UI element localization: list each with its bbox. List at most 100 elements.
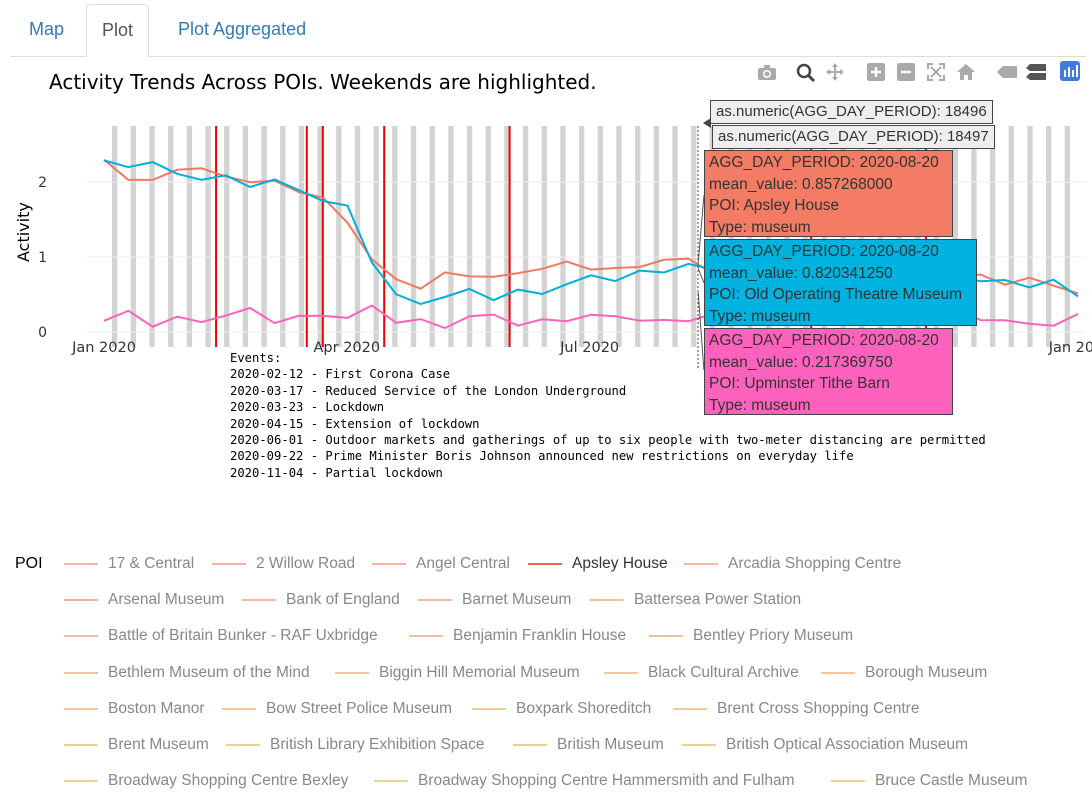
legend-label: Brent Cross Shopping Centre [717, 699, 920, 717]
legend-item[interactable]: Black Cultural Archive [604, 664, 799, 684]
legend-swatch [682, 743, 716, 746]
weekend-band [373, 126, 379, 347]
events-annotation: Events: 2020-02-12 - First Corona Case 202… [230, 350, 986, 481]
weekend-band [653, 126, 660, 347]
legend-label: Bank of England [286, 591, 400, 609]
legend-label: Broadway Shopping Centre Hammersmith and… [418, 772, 795, 790]
legend-item[interactable]: Angel Central [372, 555, 510, 575]
weekend-band [261, 126, 267, 347]
legend-label: Boston Manor [108, 699, 205, 717]
weekend-band [410, 126, 417, 347]
legend-label: Battle of Britain Bunker - RAF Uxbridge [108, 627, 378, 645]
legend-label: 17 & Central [108, 555, 195, 572]
legend-swatch [528, 562, 562, 565]
legend-item[interactable]: Bethlem Museum of the Mind [64, 664, 310, 684]
legend-item[interactable]: Battersea Power Station [590, 591, 801, 611]
weekend-band [578, 126, 585, 347]
weekend-band [429, 126, 435, 347]
legend-item[interactable]: 2 Willow Road [212, 555, 355, 575]
legend-label: Arcadia Shopping Centre [728, 555, 902, 572]
legend-swatch [64, 707, 98, 710]
hover-line: AGG_DAY_PERIOD: 2020-08-20 [709, 332, 939, 349]
legend-item[interactable]: British Museum [513, 736, 664, 756]
legend-item[interactable]: Boxpark Shoreditch [472, 700, 651, 720]
legend-label: Barnet Museum [462, 591, 572, 609]
weekend-band [672, 126, 678, 347]
hover-line: Type: museum [709, 218, 811, 236]
hover-line: mean_value: 0.857268000 [709, 175, 893, 193]
legend-swatch [374, 780, 408, 783]
event-item: 2020-11-04 - Partial lockdown [230, 465, 443, 480]
legend-swatch [604, 671, 638, 674]
legend-label: Biggin Hill Memorial Museum [379, 663, 580, 681]
hover-box-old-operating-theatre: AGG_DAY_PERIOD: 2020-08-20 mean_value: 0… [704, 239, 977, 326]
x-tick-label: Jan 2020 [71, 340, 136, 356]
event-item: 2020-03-23 - Lockdown [230, 400, 385, 415]
weekend-band [149, 126, 155, 347]
legend-swatch [64, 780, 98, 783]
legend-label: Bentley Priory Museum [693, 627, 854, 645]
weekend-band [1064, 126, 1070, 347]
legend-swatch [649, 635, 683, 638]
legend-item[interactable]: Broadway Shopping Centre Bexley [64, 772, 348, 792]
legend-label: Borough Museum [865, 663, 988, 681]
legend-label: Apsley House [572, 555, 668, 572]
legend-swatch [242, 599, 276, 602]
hover-line: AGG_DAY_PERIOD: 2020-08-20 [709, 154, 939, 171]
legend-swatch [418, 599, 452, 602]
weekend-band [112, 126, 118, 347]
weekend-band [1008, 126, 1014, 347]
weekend-band [298, 126, 305, 347]
legend-label: Bruce Castle Museum [875, 772, 1028, 790]
legend-item[interactable]: Boston Manor [64, 700, 205, 720]
legend-item[interactable]: Borough Museum [821, 664, 987, 684]
legend-label: Brent Museum [108, 736, 209, 753]
legend-swatch [831, 780, 865, 783]
legend-label: 2 Willow Road [256, 555, 356, 572]
legend-item[interactable]: Brent Cross Shopping Centre [673, 700, 919, 720]
y-tick-labels: 0 1 2 [38, 175, 47, 341]
legend-item[interactable]: Brent Museum [64, 736, 209, 756]
legend-item[interactable]: Arsenal Museum [64, 591, 224, 611]
legend-item[interactable]: Apsley House [528, 555, 668, 575]
hover-line: POI: Apsley House [709, 197, 840, 214]
legend-item[interactable]: 17 & Central [64, 555, 194, 575]
legend-label: Broadway Shopping Centre Bexley [108, 772, 349, 790]
legend-item[interactable]: Arcadia Shopping Centre [684, 555, 901, 575]
legend-swatch [673, 707, 707, 710]
y-axis-label: Activity [14, 202, 33, 262]
hover-x-label-top: as.numeric(AGG_DAY_PERIOD): 18496 [710, 100, 993, 124]
legend-item[interactable]: Bruce Castle Museum [831, 772, 1027, 792]
event-item: 2020-03-17 - Reduced Service of the Lond… [230, 383, 627, 398]
weekend-band [541, 126, 547, 347]
hover-line: Type: museum [709, 307, 811, 325]
legend-item[interactable]: Bentley Priory Museum [649, 627, 853, 647]
legend-item[interactable]: Barnet Museum [418, 591, 571, 611]
event-item: 2020-09-22 - Prime Minister Boris Johnso… [230, 449, 854, 464]
x-tick-label: Jan 2021 [1048, 340, 1092, 356]
legend-item[interactable]: Bow Street Police Museum [222, 700, 452, 720]
weekend-band [1045, 126, 1052, 347]
legend-label: British Museum [557, 736, 664, 753]
legend-swatch [64, 635, 98, 638]
legend-item[interactable]: Battle of Britain Bunker - RAF Uxbridge [64, 627, 378, 647]
legend-item[interactable]: Benjamin Franklin House [409, 627, 626, 647]
weekend-band [392, 126, 398, 347]
legend-swatch [226, 743, 260, 746]
weekend-band [205, 126, 211, 347]
weekend-band [597, 126, 604, 347]
legend-swatch [64, 599, 98, 602]
legend-swatch [821, 671, 855, 674]
legend-item[interactable]: Bank of England [242, 591, 400, 611]
legend-label: Bow Street Police Museum [266, 699, 453, 717]
legend-label: Angel Central [416, 555, 510, 572]
legend-item[interactable]: Broadway Shopping Centre Hammersmith and… [374, 772, 794, 792]
legend-item[interactable]: British Library Exhibition Space [226, 736, 485, 756]
weekend-band [635, 126, 641, 347]
weekend-band [186, 126, 193, 347]
weekend-band [168, 126, 174, 347]
legend-item[interactable]: Biggin Hill Memorial Museum [335, 664, 580, 684]
legend-item[interactable]: British Optical Association Museum [682, 736, 968, 756]
weekend-band [1027, 126, 1033, 347]
legend-swatch [212, 562, 246, 565]
